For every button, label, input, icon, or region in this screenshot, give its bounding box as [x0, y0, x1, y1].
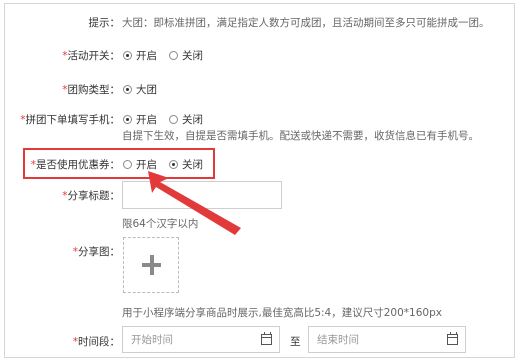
- arrow-shape: [148, 171, 241, 235]
- arrow-annotation: [148, 171, 241, 235]
